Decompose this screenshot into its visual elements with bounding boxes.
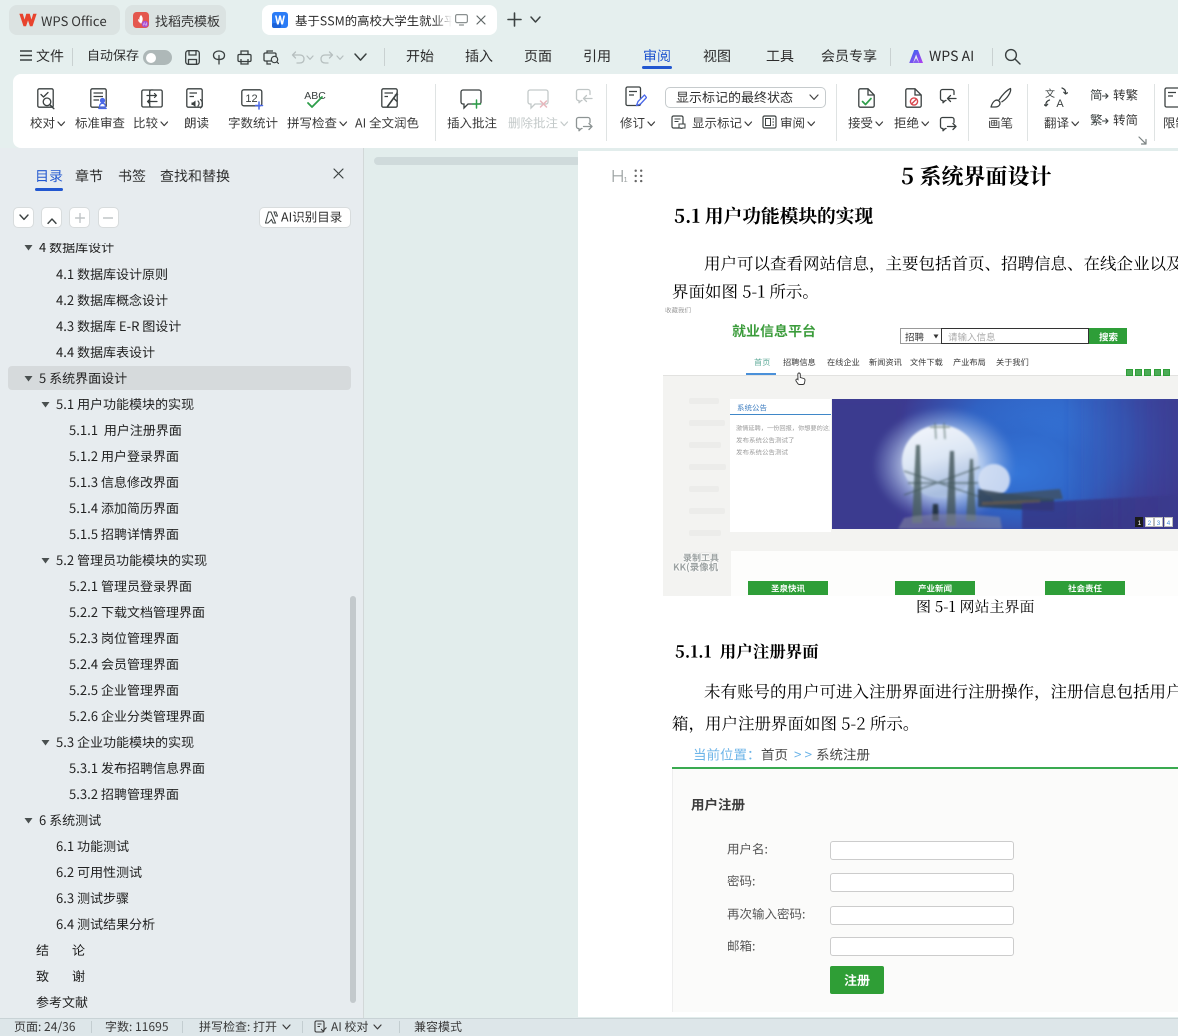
svg-text:A: A [1056,98,1064,109]
svg-text:3: 3 [1157,520,1161,527]
svg-text:4: 4 [1167,520,1171,527]
svg-text:12: 12 [245,93,257,105]
svg-text:2: 2 [1147,520,1151,527]
svg-text:AI: AI [143,22,147,27]
svg-text:1: 1 [1137,520,1141,527]
svg-text:1: 1 [624,175,628,183]
svg-text:ABC: ABC [304,90,326,102]
